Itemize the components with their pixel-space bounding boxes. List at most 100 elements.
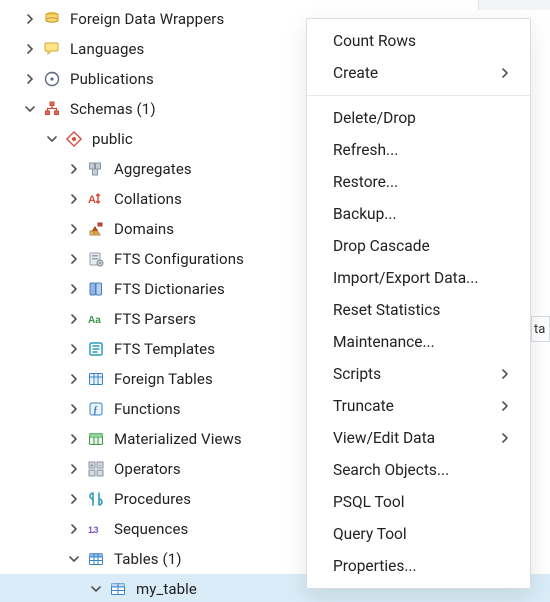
functions-icon: ƒ [86,399,106,419]
ftstmpl-icon [86,339,106,359]
menu-item-label: Restore... [333,173,398,191]
menu-item-create[interactable]: Create [307,57,530,89]
tree-item-label: Collations [114,190,182,208]
chevron-right-icon[interactable] [66,161,82,177]
menu-item-label: PSQL Tool [333,493,404,511]
chevron-right-icon[interactable] [66,251,82,267]
chevron-right-icon [500,65,510,81]
tree-item-label: Procedures [114,490,191,508]
chevron-right-icon[interactable] [66,281,82,297]
chevron-right-icon[interactable] [66,521,82,537]
menu-item-properties[interactable]: Properties... [307,550,530,582]
menu-item-label: Query Tool [333,525,407,543]
menu-item-label: Drop Cascade [333,237,430,255]
chevron-down-icon[interactable] [44,131,60,147]
menu-item-maintenance[interactable]: Maintenance... [307,326,530,358]
aggregates-icon [86,159,106,179]
chevron-right-icon[interactable] [66,341,82,357]
menu-item-delete-drop[interactable]: Delete/Drop [307,102,530,134]
languages-icon [42,39,62,59]
menu-item-label: Properties... [333,557,417,575]
menu-item-label: Reset Statistics [333,301,440,319]
menu-item-search-objects[interactable]: Search Objects... [307,454,530,486]
menu-item-reset-statistics[interactable]: Reset Statistics [307,294,530,326]
chevron-right-icon [500,398,510,414]
menu-item-label: Maintenance... [333,333,435,351]
menu-item-label: Import/Export Data... [333,269,478,287]
menu-item-label: Delete/Drop [333,109,416,127]
svg-text:Aa: Aa [88,315,101,326]
tree-item-label: FTS Dictionaries [114,280,225,298]
chevron-right-icon[interactable] [66,371,82,387]
foreigntables-icon [86,369,106,389]
menu-item-import-export-data[interactable]: Import/Export Data... [307,262,530,294]
menu-item-label: View/Edit Data [333,429,435,447]
menu-item-restore[interactable]: Restore... [307,166,530,198]
svg-text:−: − [99,463,102,469]
chevron-right-icon [500,430,510,446]
menu-item-label: Truncate [333,397,394,415]
menu-item-query-tool[interactable]: Query Tool [307,518,530,550]
svg-text:1.3: 1.3 [88,525,99,535]
chevron-down-icon[interactable] [66,551,82,567]
tree-item-label: FTS Parsers [114,310,196,328]
chevron-right-icon[interactable] [22,41,38,57]
tree-item-label: Foreign Tables [114,370,213,388]
menu-item-backup[interactable]: Backup... [307,198,530,230]
tree-item-label: Aggregates [114,160,192,178]
tree-item-label: Languages [70,40,144,58]
tree-item-label: Sequences [114,520,188,538]
chevron-right-icon[interactable] [66,401,82,417]
chevron-right-icon[interactable] [22,11,38,27]
menu-item-psql-tool[interactable]: PSQL Tool [307,486,530,518]
tree-item-label: FTS Templates [114,340,215,358]
chevron-right-icon[interactable] [66,221,82,237]
tree-item-label: Schemas (1) [70,100,156,118]
sequences-icon: 1.3 [86,519,106,539]
menu-item-count-rows[interactable]: Count Rows [307,25,530,57]
menu-item-refresh[interactable]: Refresh... [307,134,530,166]
tree-item-label: Foreign Data Wrappers [70,10,224,28]
tree-item-label: public [92,130,133,148]
menu-item-label: Create [333,64,378,82]
menu-item-label: Backup... [333,205,397,223]
menu-item-label: Refresh... [333,141,398,159]
svg-text:+: + [91,463,94,469]
tree-item-label: Materialized Views [114,430,242,448]
procedures-icon [86,489,106,509]
ftsdict-icon [86,279,106,299]
wrappers-icon [42,9,62,29]
tree-item-label: Publications [70,70,154,88]
domains-icon [86,219,106,239]
chevron-right-icon[interactable] [66,191,82,207]
context-menu: Count Rows Create Delete/Drop Refresh... Res… [306,18,531,589]
tree-item-label: my_table [136,580,197,598]
tables-icon [86,549,106,569]
menu-item-view-edit-data[interactable]: View/Edit Data [307,422,530,454]
menu-item-label: Count Rows [333,32,416,50]
menu-item-label: Search Objects... [333,461,449,479]
publications-icon [42,69,62,89]
ftsconf-icon [86,249,106,269]
chevron-right-icon[interactable] [66,461,82,477]
ftspars-icon: Aa [86,309,106,329]
tree-item-label: Tables (1) [114,550,182,568]
svg-text:A: A [88,194,96,206]
menu-item-scripts[interactable]: Scripts [307,358,530,390]
chevron-right-icon[interactable] [66,491,82,507]
chevron-right-icon[interactable] [66,311,82,327]
menu-item-drop-cascade[interactable]: Drop Cascade [307,230,530,262]
public-icon [64,129,84,149]
menu-separator [307,95,530,96]
collations-icon: A [86,189,106,209]
chevron-down-icon[interactable] [88,581,104,597]
app-root: Foreign Data Wrappers Languages Publicatio… [0,0,550,602]
chevron-right-icon[interactable] [22,71,38,87]
tree-item-label: Operators [114,460,181,478]
schemas-icon [42,99,62,119]
tree-item-label: Domains [114,220,174,238]
chevron-down-icon[interactable] [22,101,38,117]
menu-item-truncate[interactable]: Truncate [307,390,530,422]
operators-icon: +− [86,459,106,479]
chevron-right-icon[interactable] [66,431,82,447]
